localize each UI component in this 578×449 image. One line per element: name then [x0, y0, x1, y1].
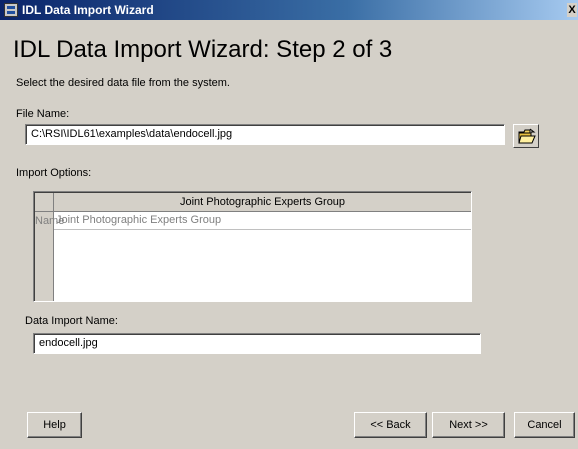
cancel-button[interactable]: Cancel — [514, 412, 575, 438]
browse-button[interactable] — [513, 124, 539, 148]
file-name-label: File Name: — [16, 108, 70, 120]
back-button[interactable]: << Back — [354, 412, 427, 438]
data-import-name-label: Data Import Name: — [25, 315, 118, 327]
column-header[interactable]: Joint Photographic Experts Group — [54, 193, 471, 212]
file-name-field[interactable]: C:\RSI\IDL61\examples\data\endocell.jpg — [25, 124, 505, 145]
data-import-name-field[interactable]: endocell.jpg — [33, 333, 481, 354]
help-button[interactable]: Help — [27, 412, 82, 438]
title-bar[interactable]: IDL Data Import Wizard X — [0, 0, 578, 20]
close-icon[interactable]: X — [567, 3, 577, 17]
next-button[interactable]: Next >> — [432, 412, 505, 438]
open-folder-icon — [518, 128, 536, 144]
grid-cell[interactable]: Joint Photographic Experts Group — [54, 212, 471, 230]
instruction-text: Select the desired data file from the sy… — [16, 77, 230, 89]
import-options-label: Import Options: — [16, 167, 92, 179]
import-options-grid[interactable]: Joint Photographic Experts Group Name Jo… — [33, 191, 472, 302]
window-title: IDL Data Import Wizard — [22, 3, 154, 17]
page-title: IDL Data Import Wizard: Step 2 of 3 — [13, 36, 393, 63]
app-icon — [4, 3, 18, 17]
grid-corner — [35, 193, 54, 212]
row-header[interactable]: Name — [35, 212, 64, 230]
